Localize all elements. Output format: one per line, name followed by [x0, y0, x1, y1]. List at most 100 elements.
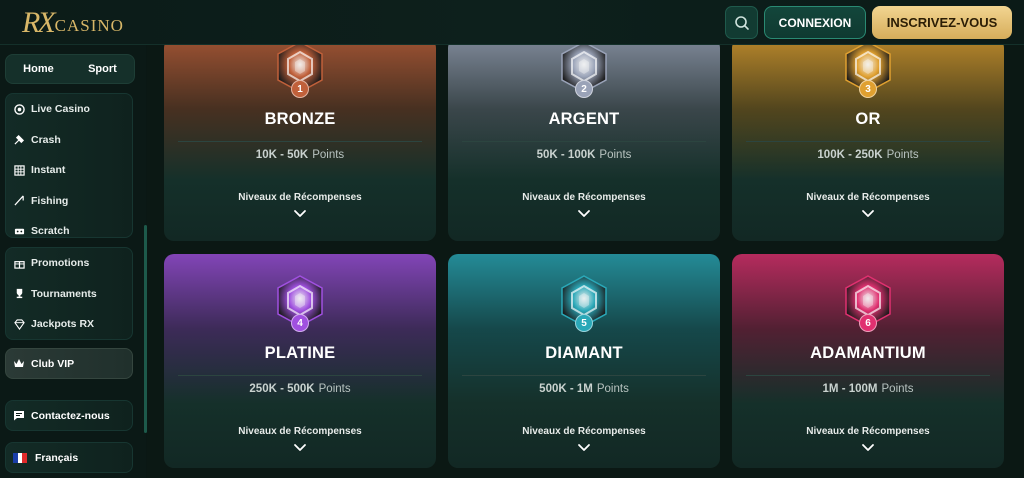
tier-rank-badge: 3 — [859, 80, 877, 98]
tier-card-platine: 4 PLATINE 250K - 500K Points Niveaux de R… — [164, 254, 436, 468]
tier-card-diamant: 5 DIAMANT 500K - 1M Points Niveaux de Réc… — [448, 254, 720, 468]
tier-rewards-toggle[interactable]: Niveaux de Récompenses — [448, 192, 720, 203]
tier-points-range: 100K - 250K — [817, 149, 883, 161]
fishing-icon — [13, 195, 25, 207]
sidebar-item-label: Contactez-nous — [31, 409, 110, 422]
sidebar-item-instant[interactable]: Instant — [6, 155, 132, 186]
sidebar-item-fishing[interactable]: Fishing — [6, 186, 132, 217]
sidebar-item-live-casino[interactable]: Live Casino — [6, 94, 132, 125]
diamond-icon — [13, 318, 25, 330]
tier-rank-badge: 6 — [859, 314, 877, 332]
tier-points-range: 500K - 1M — [539, 383, 593, 395]
sidebar-item-promotions[interactable]: Promotions — [6, 248, 132, 279]
tier-name: ARGENT — [548, 110, 620, 128]
tier-points-range: 50K - 100K — [536, 149, 596, 161]
tier-rewards-toggle[interactable]: Niveaux de Récompenses — [732, 192, 1004, 203]
tier-name: OR — [855, 110, 881, 128]
sidebar-item-tournaments[interactable]: Tournaments — [6, 279, 132, 310]
vip-tiers-area: 1 BRONZE 10K - 50K Points Niveaux de Réco… — [147, 38, 1024, 478]
signup-button[interactable]: INSCRIVEZ-VOUS — [872, 6, 1012, 39]
tier-points: 1M - 100M Points — [732, 383, 1004, 395]
sidebar-promos-group: Promotions Tournaments Jackpots RX — [5, 247, 133, 340]
tier-points-range: 250K - 500K — [249, 383, 315, 395]
tier-points-unit: Points — [599, 149, 632, 161]
tier-points: 50K - 100K Points — [448, 149, 720, 161]
tier-name: ADAMANTIUM — [810, 344, 926, 362]
tier-rewards-toggle[interactable]: Niveaux de Récompenses — [164, 426, 436, 437]
tier-card-argent: 2 ARGENT 50K - 100K Points Niveaux de Réc… — [448, 38, 720, 241]
tier-points-unit: Points — [596, 383, 629, 395]
french-flag-icon — [13, 452, 28, 463]
live-casino-icon — [13, 103, 25, 115]
tier-points: 500K - 1M Points — [448, 383, 720, 395]
sidebar-item-label: Promotions — [31, 257, 90, 270]
tier-points: 100K - 250K Points — [732, 149, 1004, 161]
tier-name: BRONZE — [264, 110, 336, 128]
tier-name: PLATINE — [264, 344, 336, 362]
sidebar-item-label: Jackpots RX — [31, 318, 95, 331]
chevron-down-icon[interactable] — [861, 443, 875, 453]
tier-divider — [746, 141, 990, 142]
search-icon — [734, 15, 749, 30]
trophy-icon — [13, 288, 25, 300]
crash-icon — [13, 134, 25, 146]
sidebar-item-label: Instant — [31, 164, 66, 177]
instant-icon — [13, 164, 25, 176]
rx-casino-logo[interactable]: RX CASINO — [22, 6, 132, 40]
sidebar-item-label: Fishing — [31, 194, 69, 207]
tier-rewards-toggle[interactable]: Niveaux de Récompenses — [164, 192, 436, 203]
chevron-down-icon[interactable] — [861, 209, 875, 219]
sidebar-item-label: Scratch — [31, 225, 70, 238]
tab-sport[interactable]: Sport — [88, 63, 117, 75]
sidebar-tabs: Home Sport — [5, 54, 135, 84]
language-selector[interactable]: Français — [5, 442, 133, 473]
chevron-down-icon[interactable] — [577, 443, 591, 453]
sidebar-item-scratch[interactable]: Scratch — [6, 216, 132, 247]
tier-points-unit: Points — [318, 383, 351, 395]
chevron-down-icon[interactable] — [293, 209, 307, 219]
sidebar-item-contact[interactable]: Contactez-nous — [5, 400, 133, 431]
tier-rewards-toggle[interactable]: Niveaux de Récompenses — [732, 426, 1004, 437]
tier-rank-badge: 1 — [291, 80, 309, 98]
sidebar-item-label: Live Casino — [31, 103, 90, 116]
tier-points-range: 1M - 100M — [822, 383, 878, 395]
logo-casino: CASINO — [54, 16, 124, 35]
chevron-down-icon[interactable] — [293, 443, 307, 453]
tier-name: DIAMANT — [545, 344, 623, 362]
tier-points-unit: Points — [886, 149, 919, 161]
tier-rewards-toggle[interactable]: Niveaux de Récompenses — [448, 426, 720, 437]
scratch-icon — [13, 225, 25, 237]
sidebar-item-jackpots[interactable]: Jackpots RX — [6, 309, 132, 340]
crown-icon — [13, 358, 25, 370]
tier-card-or: 3 OR 100K - 250K Points Niveaux de Récomp… — [732, 38, 1004, 241]
tier-divider — [462, 375, 706, 376]
tier-divider — [462, 141, 706, 142]
chat-icon — [13, 410, 25, 422]
tier-points: 250K - 500K Points — [164, 383, 436, 395]
language-label: Français — [35, 451, 79, 464]
tab-home[interactable]: Home — [23, 63, 54, 75]
tier-rank-badge: 2 — [575, 80, 593, 98]
sidebar: Home Sport Live Casino Crash Instant Fis… — [0, 45, 147, 478]
logo-rx: RX — [22, 6, 56, 39]
sidebar-item-label: Club VIP — [31, 357, 75, 370]
sidebar-games-group: Live Casino Crash Instant Fishing Scratc… — [5, 93, 133, 238]
top-header: RX CASINO CONNEXION INSCRIVEZ-VOUS — [0, 0, 1024, 45]
sidebar-item-label: Crash — [31, 133, 61, 146]
chevron-down-icon[interactable] — [577, 209, 591, 219]
tier-card-adamantium: 6 ADAMANTIUM 1M - 100M Points Niveaux de … — [732, 254, 1004, 468]
tier-rank-badge: 4 — [291, 314, 309, 332]
sidebar-item-crash[interactable]: Crash — [6, 125, 132, 156]
tier-divider — [178, 141, 422, 142]
tier-points-unit: Points — [312, 149, 345, 161]
tier-card-bronze: 1 BRONZE 10K - 50K Points Niveaux de Réco… — [164, 38, 436, 241]
tier-divider — [178, 375, 422, 376]
tier-points-unit: Points — [881, 383, 914, 395]
tier-points-range: 10K - 50K — [255, 149, 309, 161]
tier-rank-badge: 5 — [575, 314, 593, 332]
login-button[interactable]: CONNEXION — [764, 6, 866, 39]
gift-icon — [13, 257, 25, 269]
sidebar-item-club-vip[interactable]: Club VIP — [5, 348, 133, 379]
sidebar-item-label: Tournaments — [31, 287, 97, 300]
search-button[interactable] — [725, 6, 758, 39]
